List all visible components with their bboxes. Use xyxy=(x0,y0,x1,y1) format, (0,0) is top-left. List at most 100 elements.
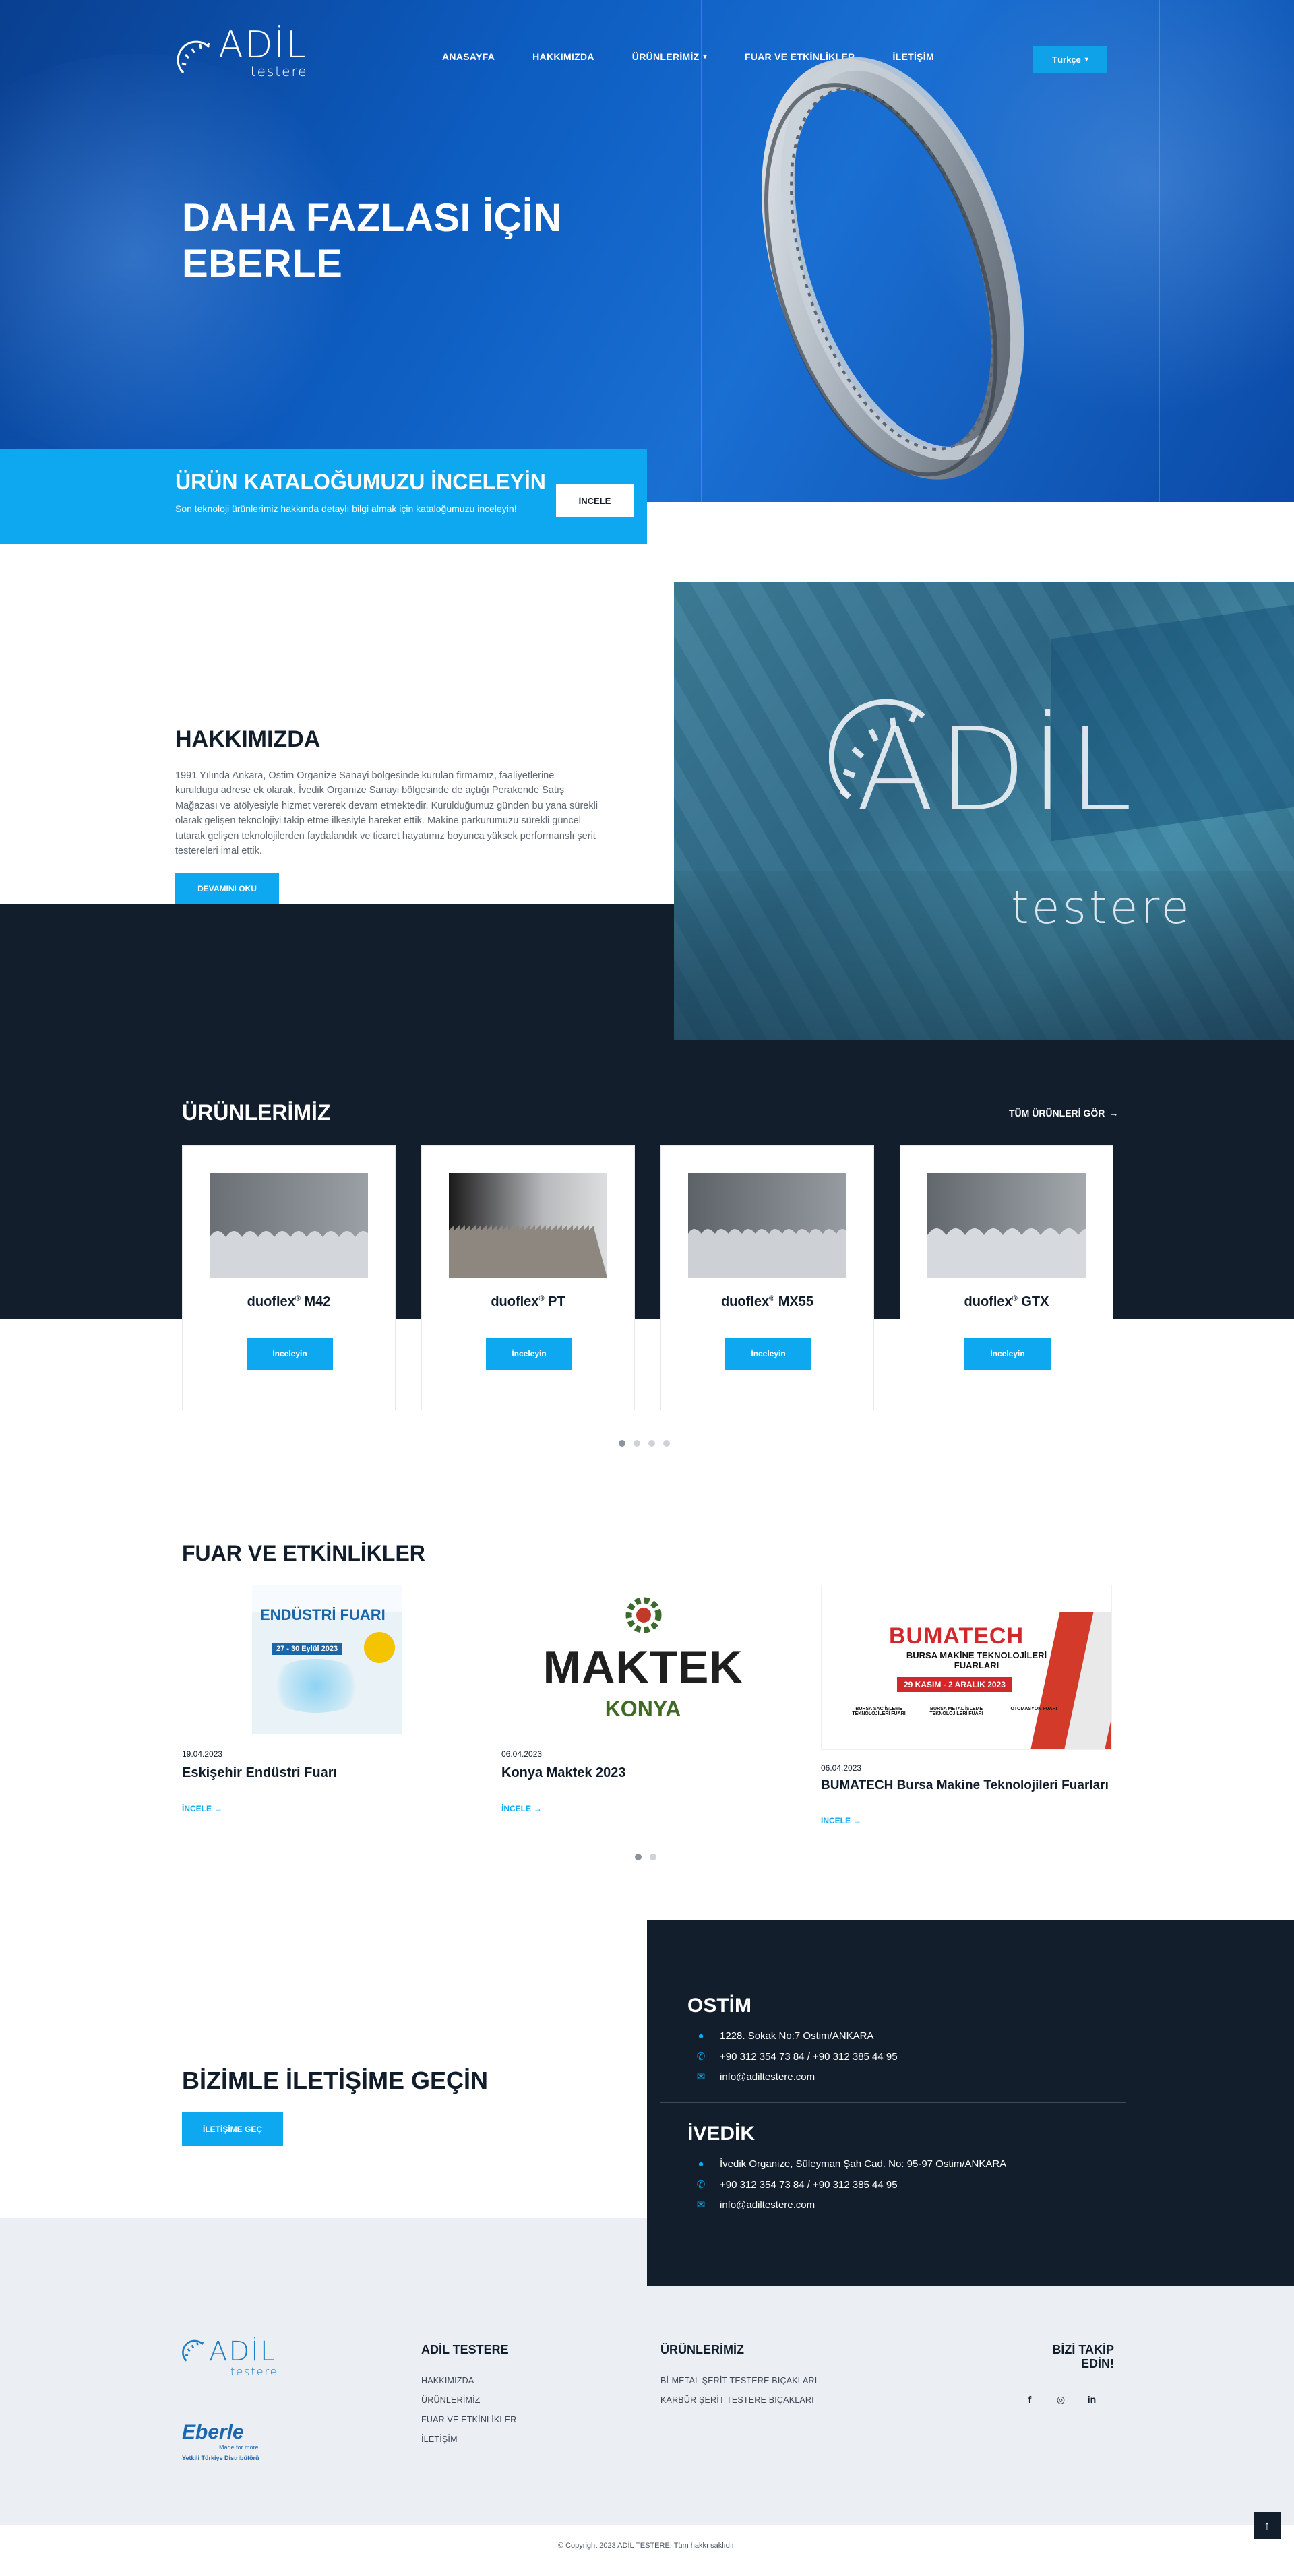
event-title[interactable]: Konya Maktek 2023 xyxy=(501,1765,784,1781)
product-card: duoflex® PT İnceleyin xyxy=(421,1145,635,1410)
hero-section: ADİL testere ANASAYFA HAKKIMIZDA ÜRÜNLER… xyxy=(0,0,1294,502)
event-more-link[interactable]: İNCELE → xyxy=(821,1816,1112,1825)
office-email[interactable]: ✉ info@adiltestere.com xyxy=(696,2071,815,2083)
logo-subtitle: testere xyxy=(250,63,308,80)
contact-info-box: OSTİM ● 1228. Sokak No:7 Ostim/ANKARA ✆ +9… xyxy=(647,1920,1294,2286)
all-products-link[interactable]: TÜM ÜRÜNLERİ GÖR → xyxy=(1009,1108,1118,1119)
office-email[interactable]: ✉ info@adiltestere.com xyxy=(696,2199,815,2211)
arrow-right-icon: → xyxy=(534,1804,543,1813)
event-card: MAKTEK KONYA 06.04.2023 Konya Maktek 202… xyxy=(501,1585,784,1813)
product-view-button[interactable]: İnceleyin xyxy=(486,1338,572,1370)
event-poster: BUMATECH BURSA MAKİNE TEKNOLOJİLERİ FUAR… xyxy=(821,1585,1112,1750)
event-card: BUMATECH BURSA MAKİNE TEKNOLOJİLERİ FUAR… xyxy=(821,1585,1112,1825)
events-carousel-dots xyxy=(635,1854,656,1860)
event-card: ENDÜSTRİ FUARI 27 - 30 Eylül 2023 19.04.… xyxy=(182,1585,465,1813)
footer-link[interactable]: FUAR VE ETKİNLİKLER xyxy=(421,2415,516,2424)
office-name: İVEDİK xyxy=(687,2123,756,2145)
event-poster: MAKTEK KONYA xyxy=(501,1585,784,1734)
nav-item-about[interactable]: HAKKIMIZDA xyxy=(532,51,594,62)
event-date: 06.04.2023 xyxy=(501,1749,543,1759)
arrow-right-icon: → xyxy=(1109,1108,1119,1119)
product-image xyxy=(449,1173,607,1278)
product-view-button[interactable]: İnceleyin xyxy=(725,1338,811,1370)
product-image xyxy=(210,1173,368,1278)
catalog-button[interactable]: İNCELE xyxy=(556,484,634,517)
gear-icon xyxy=(625,1597,662,1633)
event-poster: ENDÜSTRİ FUARI 27 - 30 Eylül 2023 xyxy=(252,1585,402,1734)
catalog-text: Son teknoloji ürünlerimiz hakkında detay… xyxy=(175,503,517,514)
product-image xyxy=(688,1173,846,1278)
events-title: FUAR VE ETKİNLİKLER xyxy=(182,1541,425,1565)
contact-button[interactable]: İLETİŞİME GEÇ xyxy=(182,2112,283,2146)
footer-link[interactable]: HAKKIMIZDA xyxy=(421,2376,516,2385)
catalog-banner: ÜRÜN KATALOĞUMUZU İNCELEYİN Son teknoloj… xyxy=(0,449,647,544)
envelope-icon: ✉ xyxy=(696,2199,706,2211)
event-title[interactable]: Eskişehir Endüstri Fuarı xyxy=(182,1765,465,1781)
office-address: ● İvedik Organize, Süleyman Şah Cad. No: … xyxy=(696,2158,1006,2170)
product-name: duoflex® PT xyxy=(491,1294,565,1309)
about-text: 1991 Yılında Ankara, Ostim Organize Sana… xyxy=(175,770,598,857)
carousel-dot[interactable] xyxy=(635,1854,642,1860)
event-date: 19.04.2023 xyxy=(182,1749,223,1759)
carousel-dot[interactable] xyxy=(648,1440,655,1447)
office-phone[interactable]: ✆ +90 312 354 73 84 / +90 312 385 44 95 xyxy=(696,2050,898,2063)
footer-column-social: BİZİ TAKİP EDİN! f ◎ in xyxy=(1020,2343,1114,2408)
carousel-dot[interactable] xyxy=(663,1440,670,1447)
arrow-right-icon: → xyxy=(214,1804,223,1813)
carousel-dot[interactable] xyxy=(634,1440,640,1447)
event-more-link[interactable]: İNCELE → xyxy=(501,1804,784,1813)
product-view-button[interactable]: İnceleyin xyxy=(964,1338,1051,1370)
product-card: duoflex® GTX İnceleyin xyxy=(900,1145,1113,1410)
product-view-button[interactable]: İnceleyin xyxy=(247,1338,333,1370)
phone-icon: ✆ xyxy=(696,2051,706,2063)
site-logo[interactable]: ADİL testere xyxy=(177,27,308,80)
logo-wordmark: ADİL xyxy=(218,24,308,66)
footer-column-company: ADİL TESTERE HAKKIMIZDA ÜRÜNLERİMİZ FUAR… xyxy=(421,2343,517,2444)
scroll-to-top-button[interactable]: ↑ xyxy=(1254,2512,1281,2539)
footer-link[interactable]: KARBÜR ŞERİT TESTERE BIÇAKLARI xyxy=(660,2395,817,2405)
saw-blade-icon xyxy=(182,2339,204,2362)
about-image: ADİL testere xyxy=(674,582,1294,1040)
product-name: duoflex® MX55 xyxy=(720,1294,814,1309)
office-name: OSTİM xyxy=(687,1994,751,2017)
instagram-icon[interactable]: ◎ xyxy=(1053,2391,1069,2408)
arrow-right-icon: → xyxy=(853,1816,862,1825)
event-date: 06.04.2023 xyxy=(821,1763,862,1773)
footer-column-products: ÜRÜNLERİMİZ Bİ-METAL ŞERİT TESTERE BIÇAK… xyxy=(660,2343,818,2405)
band-saw-blade-image xyxy=(761,57,1024,480)
linkedin-icon[interactable]: in xyxy=(1084,2391,1100,2408)
saw-blade-icon xyxy=(177,40,210,74)
catalog-title: ÜRÜN KATALOĞUMUZU İNCELEYİN xyxy=(175,470,546,494)
arrow-up-icon: ↑ xyxy=(1264,2518,1270,2532)
product-name: duoflex® M42 xyxy=(247,1294,331,1309)
office-address: ● 1228. Sokak No:7 Ostim/ANKARA xyxy=(696,2030,873,2042)
footer-logo[interactable]: ADİL testere xyxy=(182,2338,278,2378)
carousel-dot[interactable] xyxy=(650,1854,656,1860)
about-title: HAKKIMIZDA xyxy=(175,726,321,752)
facebook-icon[interactable]: f xyxy=(1022,2391,1038,2408)
footer-link[interactable]: ÜRÜNLERİMİZ xyxy=(421,2395,516,2405)
divider xyxy=(660,2102,1126,2103)
map-pin-icon: ● xyxy=(698,2030,704,2042)
nav-item-home[interactable]: ANASAYFA xyxy=(442,51,495,62)
products-title: ÜRÜNLERİMİZ xyxy=(182,1100,331,1125)
copyright-text: © Copyright 2023 ADİL TESTERE. Tüm hakkı… xyxy=(557,2542,737,2550)
about-image-subtitle: testere xyxy=(1011,881,1192,935)
product-card: duoflex® MX55 İnceleyin xyxy=(660,1145,874,1410)
envelope-icon: ✉ xyxy=(696,2071,706,2083)
phone-icon: ✆ xyxy=(696,2179,706,2191)
event-more-link[interactable]: İNCELE → xyxy=(182,1804,465,1813)
carousel-dot[interactable] xyxy=(619,1440,625,1447)
products-carousel-dots xyxy=(619,1440,670,1447)
event-title[interactable]: BUMATECH Bursa Makine Teknolojileri Fuar… xyxy=(821,1778,1112,1793)
hero-title: DAHA FAZLASI İÇİN EBERLE xyxy=(182,196,562,286)
footer-link[interactable]: İLETİŞİM xyxy=(421,2434,516,2444)
product-card: duoflex® M42 İnceleyin xyxy=(182,1145,396,1410)
about-image-wordmark: ADİL xyxy=(856,703,1137,837)
eberle-logo: Eberle Made for more Yetkili Türkiye Dis… xyxy=(182,2421,259,2462)
office-phone[interactable]: ✆ +90 312 354 73 84 / +90 312 385 44 95 xyxy=(696,2178,898,2191)
map-pin-icon: ● xyxy=(698,2158,704,2170)
read-more-button[interactable]: DEVAMINI OKU xyxy=(175,873,279,904)
product-name: duoflex® GTX xyxy=(964,1294,1049,1309)
footer-link[interactable]: Bİ-METAL ŞERİT TESTERE BIÇAKLARI xyxy=(660,2376,817,2385)
